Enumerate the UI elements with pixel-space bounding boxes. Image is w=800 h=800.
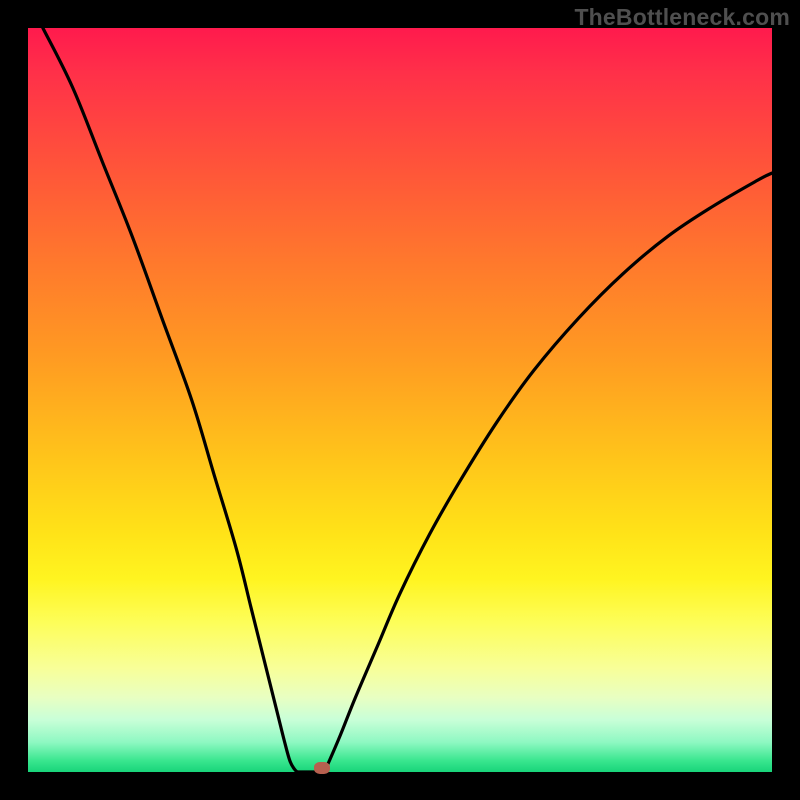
plot-area <box>28 28 772 772</box>
chart-container: TheBottleneck.com <box>0 0 800 800</box>
bottleneck-curve <box>43 28 772 773</box>
curve-layer <box>28 28 772 772</box>
watermark-text: TheBottleneck.com <box>574 4 790 31</box>
optimal-point-marker <box>314 762 330 774</box>
